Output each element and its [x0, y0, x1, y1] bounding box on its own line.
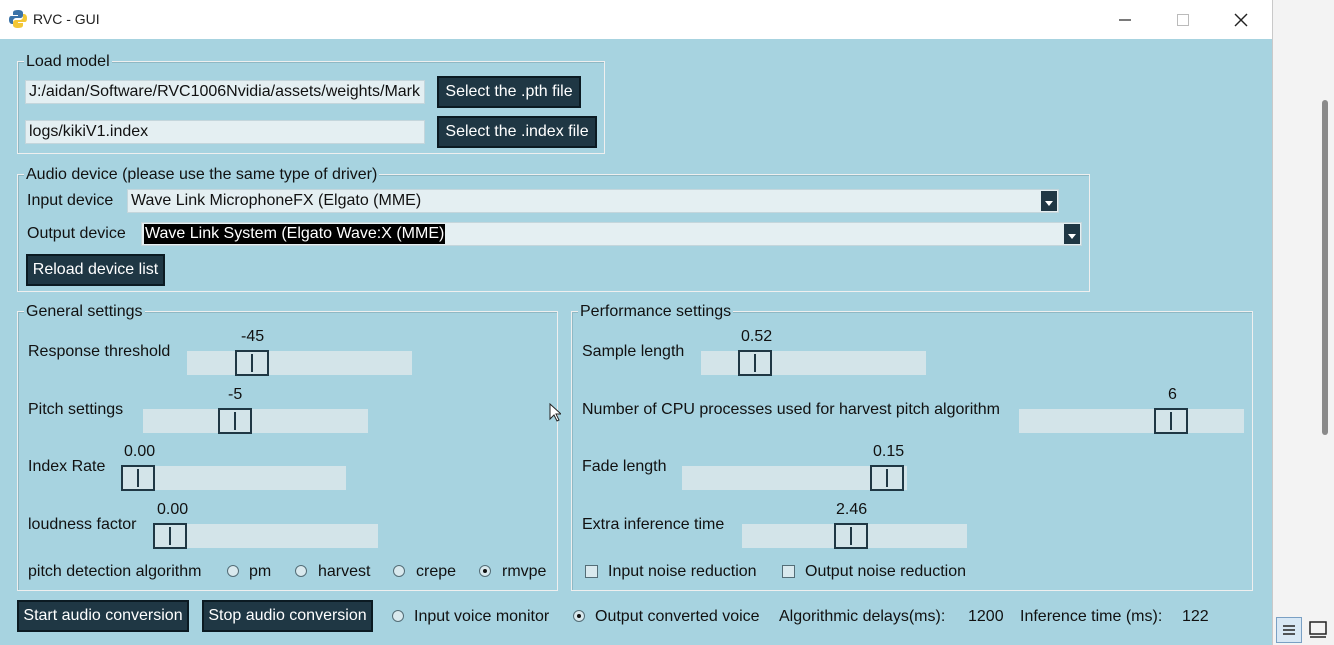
cpu-processes-label: Number of CPU processes used for harvest…: [582, 401, 1000, 418]
background-panel: [1273, 0, 1334, 645]
select-index-button[interactable]: Select the .index file: [437, 116, 597, 148]
sample-length-slider[interactable]: 0.52: [701, 328, 926, 376]
slider-handle[interactable]: [1154, 408, 1188, 434]
output-converted-label[interactable]: Output converted voice: [595, 607, 760, 627]
output-noise-label[interactable]: Output noise reduction: [805, 562, 966, 582]
inference-time-label: Inference time (ms):: [1020, 608, 1163, 625]
minimize-button[interactable]: [1096, 0, 1154, 39]
slider-handle[interactable]: [153, 523, 187, 549]
load-model-legend: Load model: [24, 52, 112, 72]
minimize-icon: [1119, 18, 1131, 21]
sample-length-value: 0.52: [741, 328, 773, 345]
radio-rmvpe[interactable]: [479, 565, 491, 577]
cpu-processes-value: 6: [1168, 386, 1177, 403]
slider-handle[interactable]: [121, 465, 155, 491]
title-bar: RVC - GUI: [0, 0, 1272, 39]
menu-icon[interactable]: [1276, 617, 1302, 643]
performance-settings-legend: Performance settings: [578, 302, 734, 322]
extra-inference-label: Extra inference time: [582, 516, 725, 533]
response-threshold-label: Response threshold: [28, 343, 171, 360]
start-conversion-button[interactable]: Start audio conversion: [17, 600, 189, 632]
window-title: RVC - GUI: [33, 11, 100, 27]
loudness-factor-slider[interactable]: 0.00: [153, 501, 378, 549]
radio-harvest[interactable]: [295, 565, 307, 577]
close-icon: [1234, 13, 1248, 26]
output-device-value: Wave Link System (Elgato Wave:X (MME): [144, 224, 446, 244]
radio-harvest-label[interactable]: harvest: [318, 562, 370, 582]
input-noise-label[interactable]: Input noise reduction: [608, 562, 757, 582]
extra-inference-value: 2.46: [836, 501, 868, 518]
fade-length-slider[interactable]: 0.15: [682, 443, 907, 491]
slider-handle[interactable]: [870, 465, 904, 491]
maximize-button[interactable]: [1154, 0, 1212, 39]
input-monitor-label[interactable]: Input voice monitor: [414, 607, 549, 627]
slider-handle[interactable]: [834, 523, 868, 549]
fade-length-label: Fade length: [582, 458, 667, 475]
input-noise-checkbox[interactable]: [585, 565, 598, 578]
radio-pm[interactable]: [227, 565, 239, 577]
input-device-select[interactable]: Wave Link MicrophoneFX (Elgato (MME): [127, 189, 1059, 213]
output-noise-checkbox[interactable]: [782, 565, 795, 578]
general-settings-legend: General settings: [24, 302, 145, 322]
sample-length-label: Sample length: [582, 343, 685, 360]
output-device-select[interactable]: Wave Link System (Elgato Wave:X (MME): [141, 222, 1082, 246]
loudness-factor-label: loudness factor: [28, 516, 137, 533]
pth-path-input[interactable]: J:/aidan/Software/RVC1006Nvidia/assets/w…: [25, 80, 425, 104]
index-path-input[interactable]: logs/kikiV1.index: [25, 120, 425, 144]
window-icon[interactable]: [1306, 617, 1330, 641]
pitch-settings-value: -5: [228, 386, 243, 403]
rvc-window: RVC - GUI Load model J:/aidan/Software/R…: [0, 0, 1273, 645]
cpu-processes-slider[interactable]: 6: [1019, 386, 1244, 434]
radio-crepe[interactable]: [393, 565, 405, 577]
response-threshold-value: -45: [241, 328, 265, 345]
pitch-algo-label: pitch detection algorithm: [28, 563, 202, 580]
input-device-value: Wave Link MicrophoneFX (Elgato (MME): [131, 192, 422, 209]
input-device-label: Input device: [27, 192, 114, 209]
reload-device-button[interactable]: Reload device list: [26, 254, 165, 286]
fade-length-value: 0.15: [873, 443, 905, 460]
scrollbar[interactable]: [1322, 100, 1328, 435]
select-pth-button[interactable]: Select the .pth file: [437, 76, 581, 108]
response-threshold-slider[interactable]: -45: [187, 328, 412, 376]
slider-handle[interactable]: [218, 408, 252, 434]
mouse-cursor-icon: [549, 403, 561, 422]
delay-value: 1200: [968, 608, 1004, 625]
chevron-down-icon[interactable]: [1041, 191, 1057, 211]
pitch-settings-slider[interactable]: -5: [143, 386, 368, 434]
pitch-settings-label: Pitch settings: [28, 401, 124, 418]
radio-pm-label[interactable]: pm: [249, 562, 271, 582]
maximize-icon: [1177, 13, 1189, 26]
python-icon: [9, 10, 27, 28]
radio-crepe-label[interactable]: crepe: [416, 562, 456, 582]
index-rate-label: Index Rate: [28, 458, 106, 475]
slider-handle[interactable]: [738, 350, 772, 376]
index-rate-value: 0.00: [124, 443, 156, 460]
radio-output-converted[interactable]: [573, 610, 585, 622]
index-rate-slider[interactable]: 0.00: [121, 443, 346, 491]
extra-inference-slider[interactable]: 2.46: [742, 501, 967, 549]
output-device-label: Output device: [27, 225, 126, 242]
audio-device-legend: Audio device (please use the same type o…: [24, 165, 380, 185]
close-button[interactable]: [1212, 0, 1270, 39]
chevron-down-icon[interactable]: [1064, 224, 1080, 244]
delay-label: Algorithmic delays(ms):: [779, 608, 946, 625]
slider-handle[interactable]: [235, 350, 269, 376]
inference-time-value: 122: [1182, 608, 1209, 625]
stop-conversion-button[interactable]: Stop audio conversion: [202, 600, 373, 632]
radio-input-monitor[interactable]: [392, 610, 404, 622]
loudness-factor-value: 0.00: [157, 501, 189, 518]
radio-rmvpe-label[interactable]: rmvpe: [502, 562, 546, 582]
